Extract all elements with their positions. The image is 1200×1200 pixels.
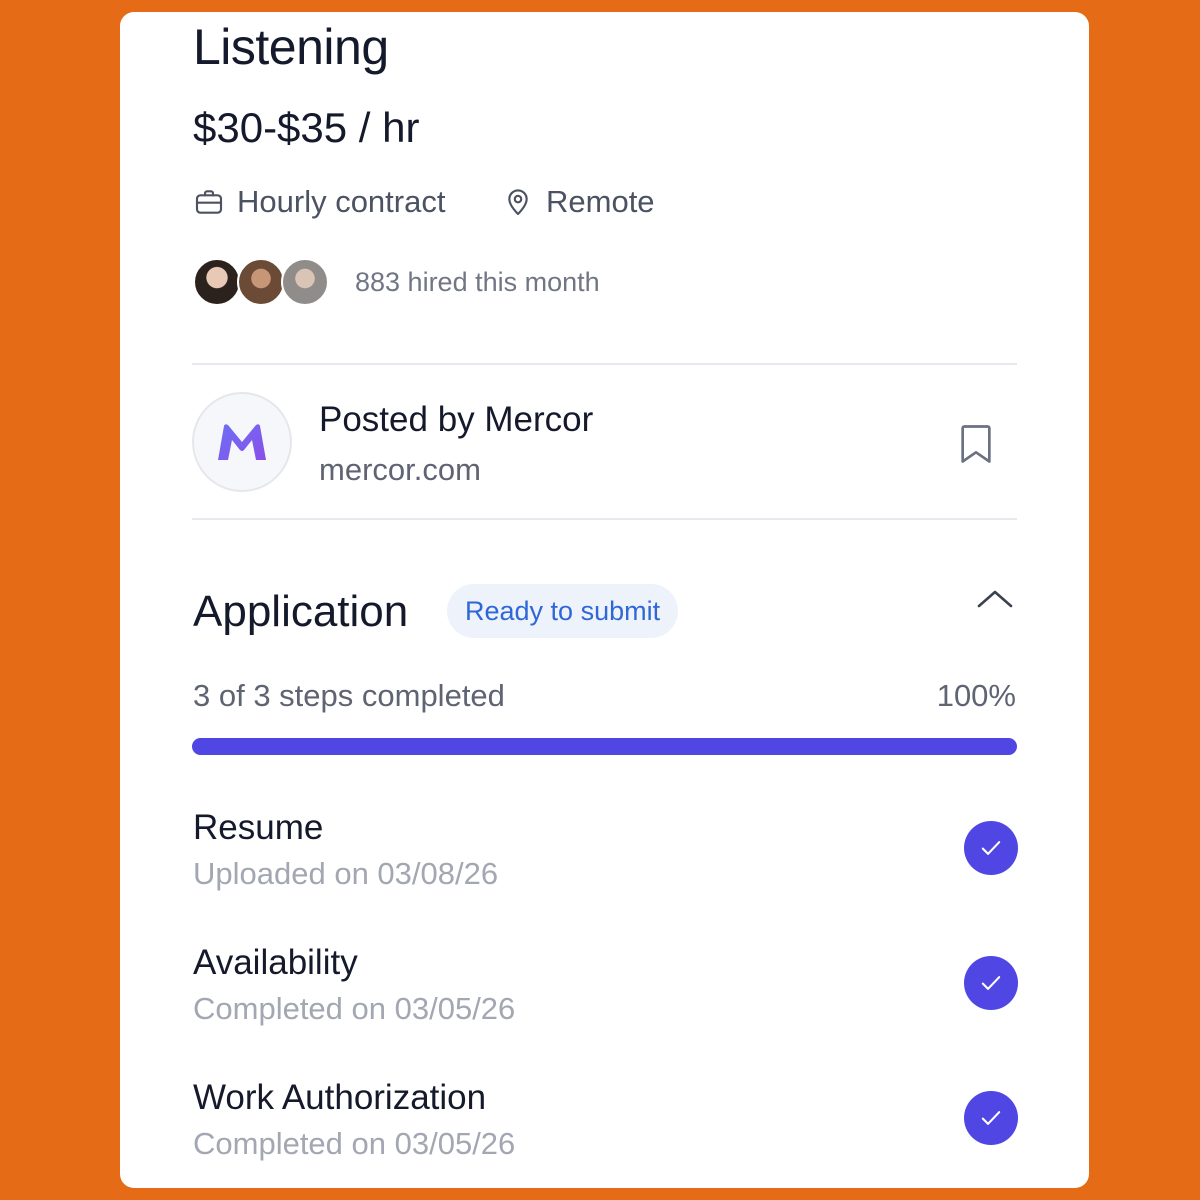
divider	[192, 363, 1017, 365]
steps-progress-text: 3 of 3 steps completed	[193, 678, 505, 713]
step-date: Completed on 03/05/26	[193, 991, 516, 1026]
status-badge: Ready to submit	[447, 584, 679, 638]
avatar	[193, 258, 241, 306]
check-icon	[964, 956, 1018, 1010]
avatar	[237, 258, 285, 306]
step-name: Resume	[193, 808, 324, 847]
application-title: Application	[193, 587, 409, 636]
company-domain[interactable]: mercor.com	[319, 452, 481, 488]
hired-count: 883 hired this month	[355, 267, 600, 297]
divider	[192, 518, 1017, 520]
company-logo[interactable]	[192, 392, 292, 492]
step-work-authorization[interactable]: Work Authorization Completed on 03/05/26	[193, 1078, 1018, 1168]
job-card: Listening $30-$35 / hr Hourly contract R…	[120, 12, 1089, 1188]
chevron-up-icon[interactable]	[975, 586, 1015, 619]
check-icon	[964, 1091, 1018, 1145]
map-pin-icon	[502, 186, 534, 218]
step-name: Work Authorization	[193, 1078, 487, 1117]
avatar	[281, 258, 329, 306]
job-location: Remote	[502, 182, 655, 222]
mercor-logo-icon	[218, 424, 266, 460]
posted-by-label: Posted by Mercor	[319, 400, 594, 439]
step-resume[interactable]: Resume Uploaded on 03/08/26	[193, 808, 1018, 898]
location-label: Remote	[546, 184, 655, 219]
bookmark-icon[interactable]	[956, 422, 996, 471]
job-title: Listening	[193, 19, 389, 75]
hired-avatars	[193, 258, 329, 306]
contract-type-label: Hourly contract	[237, 184, 446, 219]
step-date: Uploaded on 03/08/26	[193, 856, 499, 891]
progress-bar	[192, 738, 1017, 755]
step-date: Completed on 03/05/26	[193, 1126, 516, 1161]
contract-type: Hourly contract	[193, 182, 445, 222]
progress-percent: 100%	[936, 678, 1016, 713]
briefcase-icon	[193, 186, 225, 218]
check-icon	[964, 821, 1018, 875]
step-name: Availability	[193, 943, 358, 982]
step-availability[interactable]: Availability Completed on 03/05/26	[193, 943, 1018, 1033]
pay-rate: $30-$35 / hr	[193, 104, 420, 151]
progress-fill	[192, 738, 1017, 755]
